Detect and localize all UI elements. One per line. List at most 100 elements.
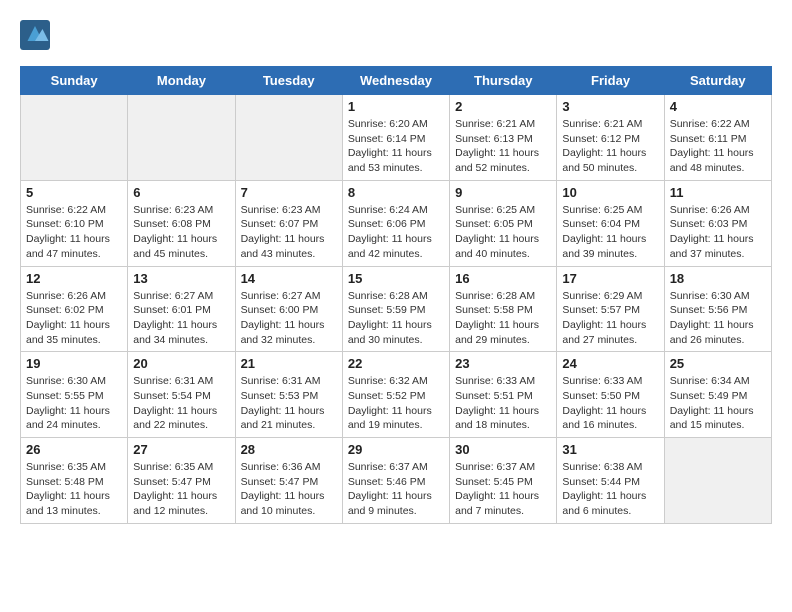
day-number: 15 [348,271,444,286]
day-cell-8: 8 Sunrise: 6:24 AM Sunset: 6:06 PM Daylig… [342,180,449,266]
day-info: Sunrise: 6:26 AM Sunset: 6:03 PM Dayligh… [670,203,766,262]
day-info: Sunrise: 6:31 AM Sunset: 5:54 PM Dayligh… [133,374,229,433]
calendar-week-4: 19Sunrise: 6:30 AM Sunset: 5:55 PM Dayli… [21,352,772,438]
day-cell-1: 1 Sunrise: 6:20 AM Sunset: 6:14 PM Daylig… [342,95,449,181]
day-number: 6 [133,185,229,200]
day-info: Sunrise: 6:20 AM Sunset: 6:14 PM Dayligh… [348,117,444,176]
weekday-header-row: SundayMondayTuesdayWednesdayThursdayFrid… [21,67,772,95]
day-info: Sunrise: 6:23 AM Sunset: 6:08 PM Dayligh… [133,203,229,262]
day-info: Sunrise: 6:25 AM Sunset: 6:04 PM Dayligh… [562,203,658,262]
empty-cell [21,95,128,181]
day-cell-15: 15 Sunrise: 6:28 AM Sunset: 5:59 PM Dayli… [342,266,449,352]
day-number: 29 [348,442,444,457]
day-info: Sunrise: 6:30 AM Sunset: 5:55 PM Dayligh… [26,374,122,433]
weekday-header-sunday: Sunday [21,67,128,95]
calendar-table: SundayMondayTuesdayWednesdayThursdayFrid… [20,66,772,524]
day-number: 22 [348,356,444,371]
day-cell-30: 30 Sunrise: 6:37 AM Sunset: 5:45 PM Dayli… [450,438,557,524]
empty-cell [664,438,771,524]
day-number: 30 [455,442,551,457]
day-cell-12: 12 Sunrise: 6:26 AM Sunset: 6:02 PM Dayli… [21,266,128,352]
day-info: Sunrise: 6:26 AM Sunset: 6:02 PM Dayligh… [26,289,122,348]
day-number: 3 [562,99,658,114]
day-number: 24 [562,356,658,371]
day-number: 31 [562,442,658,457]
day-cell-19: 19Sunrise: 6:30 AM Sunset: 5:55 PM Dayli… [21,352,128,438]
day-info: Sunrise: 6:33 AM Sunset: 5:51 PM Dayligh… [455,374,551,433]
day-number: 18 [670,271,766,286]
weekday-header-tuesday: Tuesday [235,67,342,95]
day-info: Sunrise: 6:21 AM Sunset: 6:13 PM Dayligh… [455,117,551,176]
day-cell-11: 11Sunrise: 6:26 AM Sunset: 6:03 PM Dayli… [664,180,771,266]
day-info: Sunrise: 6:21 AM Sunset: 6:12 PM Dayligh… [562,117,658,176]
day-info: Sunrise: 6:38 AM Sunset: 5:44 PM Dayligh… [562,460,658,519]
day-info: Sunrise: 6:28 AM Sunset: 5:58 PM Dayligh… [455,289,551,348]
day-cell-10: 10Sunrise: 6:25 AM Sunset: 6:04 PM Dayli… [557,180,664,266]
day-info: Sunrise: 6:37 AM Sunset: 5:45 PM Dayligh… [455,460,551,519]
logo-icon [20,20,50,50]
day-info: Sunrise: 6:27 AM Sunset: 6:00 PM Dayligh… [241,289,337,348]
day-info: Sunrise: 6:35 AM Sunset: 5:47 PM Dayligh… [133,460,229,519]
day-cell-31: 31 Sunrise: 6:38 AM Sunset: 5:44 PM Dayli… [557,438,664,524]
day-number: 1 [348,99,444,114]
day-cell-22: 22 Sunrise: 6:32 AM Sunset: 5:52 PM Dayli… [342,352,449,438]
day-info: Sunrise: 6:22 AM Sunset: 6:11 PM Dayligh… [670,117,766,176]
weekday-header-saturday: Saturday [664,67,771,95]
weekday-header-friday: Friday [557,67,664,95]
day-number: 13 [133,271,229,286]
day-number: 5 [26,185,122,200]
day-cell-5: 5 Sunrise: 6:22 AM Sunset: 6:10 PM Daylig… [21,180,128,266]
calendar-week-3: 12 Sunrise: 6:26 AM Sunset: 6:02 PM Dayli… [21,266,772,352]
day-number: 21 [241,356,337,371]
day-info: Sunrise: 6:25 AM Sunset: 6:05 PM Dayligh… [455,203,551,262]
day-cell-4: 4 Sunrise: 6:22 AM Sunset: 6:11 PM Daylig… [664,95,771,181]
day-info: Sunrise: 6:22 AM Sunset: 6:10 PM Dayligh… [26,203,122,262]
day-cell-29: 29 Sunrise: 6:37 AM Sunset: 5:46 PM Dayli… [342,438,449,524]
day-number: 28 [241,442,337,457]
day-number: 27 [133,442,229,457]
day-info: Sunrise: 6:37 AM Sunset: 5:46 PM Dayligh… [348,460,444,519]
empty-cell [128,95,235,181]
day-info: Sunrise: 6:36 AM Sunset: 5:47 PM Dayligh… [241,460,337,519]
day-number: 2 [455,99,551,114]
day-cell-6: 6 Sunrise: 6:23 AM Sunset: 6:08 PM Daylig… [128,180,235,266]
day-cell-18: 18 Sunrise: 6:30 AM Sunset: 5:56 PM Dayli… [664,266,771,352]
day-info: Sunrise: 6:24 AM Sunset: 6:06 PM Dayligh… [348,203,444,262]
day-info: Sunrise: 6:28 AM Sunset: 5:59 PM Dayligh… [348,289,444,348]
day-number: 4 [670,99,766,114]
day-info: Sunrise: 6:23 AM Sunset: 6:07 PM Dayligh… [241,203,337,262]
day-cell-3: 3 Sunrise: 6:21 AM Sunset: 6:12 PM Daylig… [557,95,664,181]
day-cell-27: 27 Sunrise: 6:35 AM Sunset: 5:47 PM Dayli… [128,438,235,524]
day-info: Sunrise: 6:30 AM Sunset: 5:56 PM Dayligh… [670,289,766,348]
day-cell-26: 26Sunrise: 6:35 AM Sunset: 5:48 PM Dayli… [21,438,128,524]
day-cell-24: 24Sunrise: 6:33 AM Sunset: 5:50 PM Dayli… [557,352,664,438]
day-number: 25 [670,356,766,371]
empty-cell [235,95,342,181]
day-cell-25: 25Sunrise: 6:34 AM Sunset: 5:49 PM Dayli… [664,352,771,438]
day-cell-23: 23Sunrise: 6:33 AM Sunset: 5:51 PM Dayli… [450,352,557,438]
calendar-week-5: 26Sunrise: 6:35 AM Sunset: 5:48 PM Dayli… [21,438,772,524]
day-cell-7: 7Sunrise: 6:23 AM Sunset: 6:07 PM Daylig… [235,180,342,266]
day-number: 14 [241,271,337,286]
calendar-week-2: 5 Sunrise: 6:22 AM Sunset: 6:10 PM Daylig… [21,180,772,266]
day-number: 12 [26,271,122,286]
logo [20,20,54,50]
day-number: 17 [562,271,658,286]
day-cell-9: 9 Sunrise: 6:25 AM Sunset: 6:05 PM Daylig… [450,180,557,266]
weekday-header-wednesday: Wednesday [342,67,449,95]
day-cell-2: 2 Sunrise: 6:21 AM Sunset: 6:13 PM Daylig… [450,95,557,181]
day-number: 9 [455,185,551,200]
day-info: Sunrise: 6:35 AM Sunset: 5:48 PM Dayligh… [26,460,122,519]
day-cell-21: 21 Sunrise: 6:31 AM Sunset: 5:53 PM Dayli… [235,352,342,438]
day-number: 8 [348,185,444,200]
day-info: Sunrise: 6:32 AM Sunset: 5:52 PM Dayligh… [348,374,444,433]
day-info: Sunrise: 6:27 AM Sunset: 6:01 PM Dayligh… [133,289,229,348]
day-number: 16 [455,271,551,286]
day-info: Sunrise: 6:31 AM Sunset: 5:53 PM Dayligh… [241,374,337,433]
day-cell-14: 14 Sunrise: 6:27 AM Sunset: 6:00 PM Dayli… [235,266,342,352]
calendar-week-1: 1 Sunrise: 6:20 AM Sunset: 6:14 PM Daylig… [21,95,772,181]
page-header [20,20,772,50]
weekday-header-thursday: Thursday [450,67,557,95]
day-info: Sunrise: 6:29 AM Sunset: 5:57 PM Dayligh… [562,289,658,348]
day-cell-20: 20Sunrise: 6:31 AM Sunset: 5:54 PM Dayli… [128,352,235,438]
